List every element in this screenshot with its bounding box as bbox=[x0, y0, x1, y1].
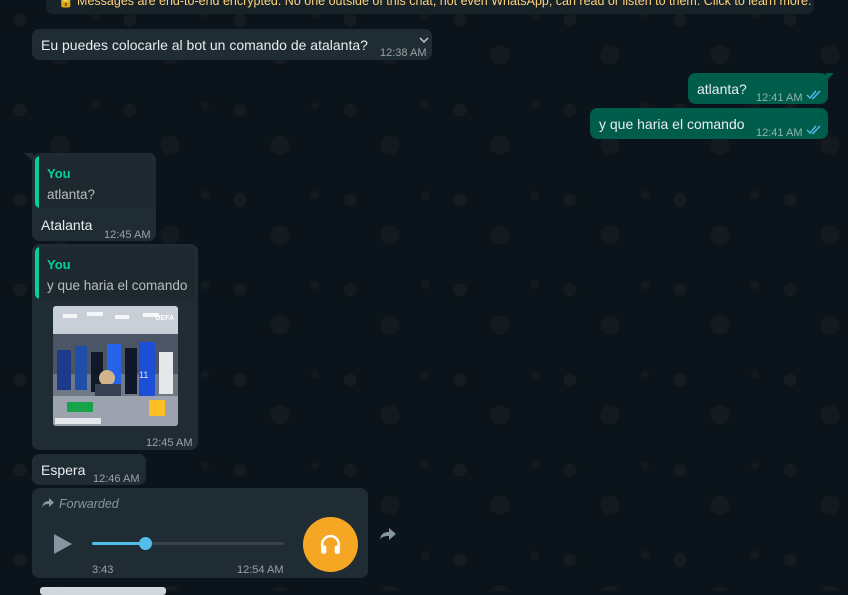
message-outgoing[interactable]: atlanta? 12:41 AM bbox=[688, 73, 828, 104]
headphones-icon bbox=[320, 535, 341, 554]
media-watermark: UEFA bbox=[155, 315, 174, 322]
bubble-tail bbox=[24, 153, 33, 161]
quote-author: You bbox=[47, 166, 71, 181]
audio-progress-fill bbox=[92, 542, 146, 545]
message-text: Espera bbox=[41, 462, 86, 478]
message-text: Eu puedes colocarle al bot un comando de… bbox=[41, 37, 368, 53]
quoted-message[interactable]: You atlanta? bbox=[35, 156, 153, 208]
message-text: atlanta? bbox=[697, 81, 747, 97]
encryption-banner-text: Messages are end-to-end encrypted. No on… bbox=[77, 0, 812, 8]
quote-text: y que haria el comando bbox=[47, 278, 188, 293]
message-time: 12:45 AM bbox=[104, 229, 151, 241]
svg-text:11: 11 bbox=[139, 370, 148, 380]
video-thumbnail[interactable]: 11 UEFA bbox=[53, 306, 178, 426]
lock-icon: 🔒 bbox=[58, 0, 78, 8]
forwarded-label: Forwarded bbox=[59, 497, 119, 511]
forward-arrow-icon bbox=[42, 498, 54, 508]
play-icon[interactable] bbox=[52, 532, 74, 556]
double-check-icon bbox=[806, 90, 821, 100]
encryption-banner[interactable]: 🔒 Messages are end-to-end encrypted. No … bbox=[46, 0, 814, 14]
audio-progress-knob[interactable] bbox=[139, 537, 153, 550]
chevron-down-icon[interactable] bbox=[419, 37, 429, 45]
message-incoming-partial[interactable] bbox=[40, 587, 166, 595]
quote-accent-bar bbox=[35, 156, 39, 208]
message-time: 12:41 AM bbox=[756, 127, 803, 139]
bubble-tail bbox=[826, 73, 834, 81]
audio-avatar bbox=[303, 517, 358, 572]
message-time: 12:38 AM bbox=[380, 47, 427, 59]
quoted-message[interactable]: You y que haria el comando bbox=[35, 247, 195, 299]
share-icon[interactable] bbox=[378, 524, 398, 544]
message-time: 12:54 AM bbox=[237, 564, 284, 576]
audio-duration: 3:43 bbox=[92, 564, 114, 576]
message-time: 12:41 AM bbox=[756, 92, 803, 104]
quote-author: You bbox=[47, 257, 71, 272]
quote-text: atlanta? bbox=[47, 187, 96, 202]
message-text: y que haria el comando bbox=[599, 116, 745, 132]
double-check-icon bbox=[806, 125, 821, 135]
message-voice-note[interactable]: Forwarded 3:43 12:54 AM bbox=[32, 488, 368, 578]
message-time: 12:46 AM bbox=[93, 473, 140, 485]
message-incoming[interactable]: Eu puedes colocarle al bot un comando de… bbox=[32, 29, 432, 60]
message-incoming-media[interactable]: You y que haria el comando 11 UEFA 12:45… bbox=[32, 244, 198, 450]
message-incoming[interactable]: Espera 12:46 AM bbox=[32, 454, 146, 485]
message-outgoing[interactable]: y que haria el comando 12:41 AM bbox=[590, 108, 828, 139]
quote-accent-bar bbox=[35, 247, 39, 299]
message-text: Atalanta bbox=[41, 217, 93, 233]
message-incoming[interactable]: You atlanta? Atalanta 12:45 AM bbox=[32, 153, 156, 241]
audio-progress-track[interactable] bbox=[92, 542, 284, 545]
message-time: 12:45 AM bbox=[146, 437, 193, 449]
